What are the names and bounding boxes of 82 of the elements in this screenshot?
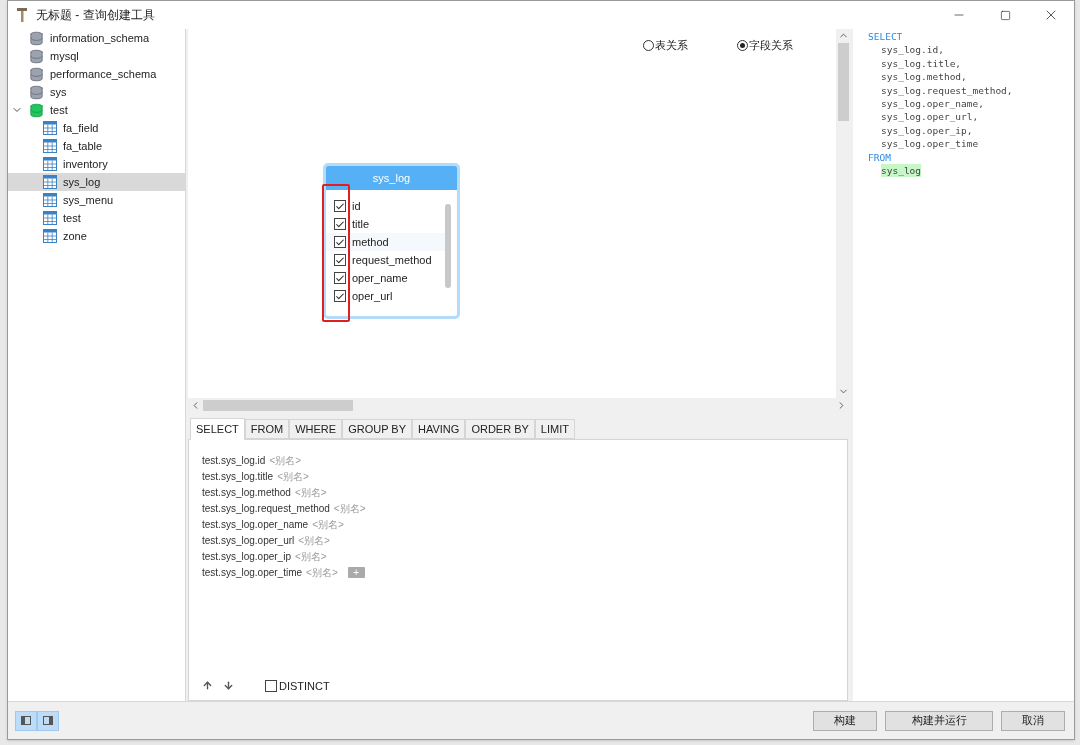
- select-field[interactable]: test.sys_log.oper_time: [202, 564, 303, 580]
- database-icon: [29, 84, 44, 100]
- tree-item[interactable]: test: [8, 209, 185, 227]
- tree-item[interactable]: fa_table: [8, 137, 185, 155]
- select-field[interactable]: test.sys_log.oper_ip: [202, 548, 291, 564]
- sql-line: sys_log.oper_name,: [881, 97, 984, 111]
- clause-tab[interactable]: GROUP BY: [342, 419, 412, 439]
- sql-line: sys_log.title,: [881, 56, 962, 71]
- table-icon: [43, 211, 57, 225]
- tree-item[interactable]: mysql: [8, 47, 185, 65]
- database-icon: [29, 66, 44, 82]
- left-panel-toggle[interactable]: [15, 710, 37, 731]
- move-down-icon[interactable]: [223, 680, 234, 692]
- left-panel-icon: [21, 716, 31, 725]
- field-checkbox[interactable]: [334, 236, 346, 248]
- radio-option[interactable]: 字段关系: [737, 37, 793, 54]
- tree-item[interactable]: performance_schema: [8, 65, 185, 83]
- field-checkbox[interactable]: [334, 200, 346, 212]
- select-field[interactable]: test.sys_log.title: [202, 468, 274, 484]
- field-checkbox[interactable]: [334, 272, 346, 284]
- database-icon: [29, 102, 44, 118]
- tree-item[interactable]: zone: [8, 227, 185, 245]
- sql-line: sys_log.id,: [881, 43, 944, 57]
- field-name: request_method: [352, 252, 432, 268]
- tree-item[interactable]: fa_field: [8, 119, 185, 137]
- database-icon: [29, 48, 44, 64]
- sql-keyword: FROM: [868, 150, 891, 165]
- field-name: method: [352, 234, 389, 250]
- clause-tab[interactable]: FROM: [244, 419, 290, 439]
- distinct-label[interactable]: DISTINCT: [279, 677, 330, 694]
- scrollbar-thumb[interactable]: [203, 400, 353, 411]
- dialog-button[interactable]: 取消: [1001, 710, 1065, 731]
- table-icon: [43, 121, 57, 135]
- sql-keyword: SELECT: [868, 30, 903, 44]
- table-card-title: sys_log: [326, 166, 457, 190]
- sql-line: sys_log.method,: [881, 70, 967, 84]
- tree-item[interactable]: sys: [8, 83, 185, 101]
- field-name: title: [352, 216, 370, 232]
- tree-item[interactable]: inventory: [8, 155, 185, 173]
- select-field[interactable]: test.sys_log.oper_name: [202, 516, 309, 532]
- distinct-checkbox[interactable]: [265, 679, 277, 692]
- dialog-button[interactable]: 构建并运行: [885, 710, 993, 731]
- tree-item[interactable]: sys_menu: [8, 191, 185, 209]
- right-panel-toggle[interactable]: [37, 710, 59, 731]
- scrollbar-thumb[interactable]: [838, 43, 849, 121]
- clause-tab[interactable]: SELECT: [190, 418, 245, 440]
- select-field[interactable]: test.sys_log.id: [202, 452, 266, 468]
- field-checkbox[interactable]: [334, 290, 346, 302]
- tree-item[interactable]: information_schema: [8, 29, 185, 47]
- database-icon: [29, 30, 44, 46]
- table-icon: [43, 193, 57, 207]
- right-panel-icon: [43, 716, 53, 725]
- clause-tab[interactable]: HAVING: [412, 419, 466, 439]
- sql-line: sys_log.oper_time: [881, 137, 979, 151]
- clause-tab[interactable]: LIMIT: [534, 419, 575, 439]
- hammer-icon: [16, 7, 28, 23]
- maximize-icon: [999, 9, 1011, 21]
- table-icon: [43, 157, 57, 171]
- table-icon: [43, 175, 57, 189]
- scrollbar-thumb[interactable]: [445, 204, 451, 288]
- table-card[interactable]: sys_log id title method request_method oper_name oper_url: [323, 163, 460, 319]
- table-icon: [43, 229, 57, 243]
- dialog-button[interactable]: 构建: [813, 710, 877, 731]
- tree-item[interactable]: test: [8, 101, 185, 119]
- tree-item[interactable]: sys_log: [8, 173, 185, 191]
- clause-tab[interactable]: WHERE: [289, 419, 343, 439]
- field-checkbox[interactable]: [334, 254, 346, 266]
- sql-line: sys_log.oper_ip,: [881, 123, 973, 138]
- radio-option[interactable]: 表关系: [643, 37, 688, 54]
- sql-line: sys_log.oper_url,: [881, 110, 979, 124]
- select-field[interactable]: test.sys_log.request_method: [202, 500, 330, 516]
- clause-tab[interactable]: ORDER BY: [465, 419, 535, 439]
- select-field[interactable]: test.sys_log.oper_url: [202, 532, 295, 548]
- field-name: oper_name: [352, 270, 408, 286]
- field-checkbox[interactable]: [334, 218, 346, 230]
- field-name: oper_url: [352, 288, 393, 304]
- sql-line: sys_log.request_method,: [881, 83, 1013, 98]
- table-icon: [43, 139, 57, 153]
- move-up-icon[interactable]: [202, 680, 213, 692]
- window-title: 无标题 - 查询创建工具: [36, 7, 155, 24]
- field-name: id: [352, 198, 361, 214]
- select-field[interactable]: test.sys_log.method: [202, 484, 291, 500]
